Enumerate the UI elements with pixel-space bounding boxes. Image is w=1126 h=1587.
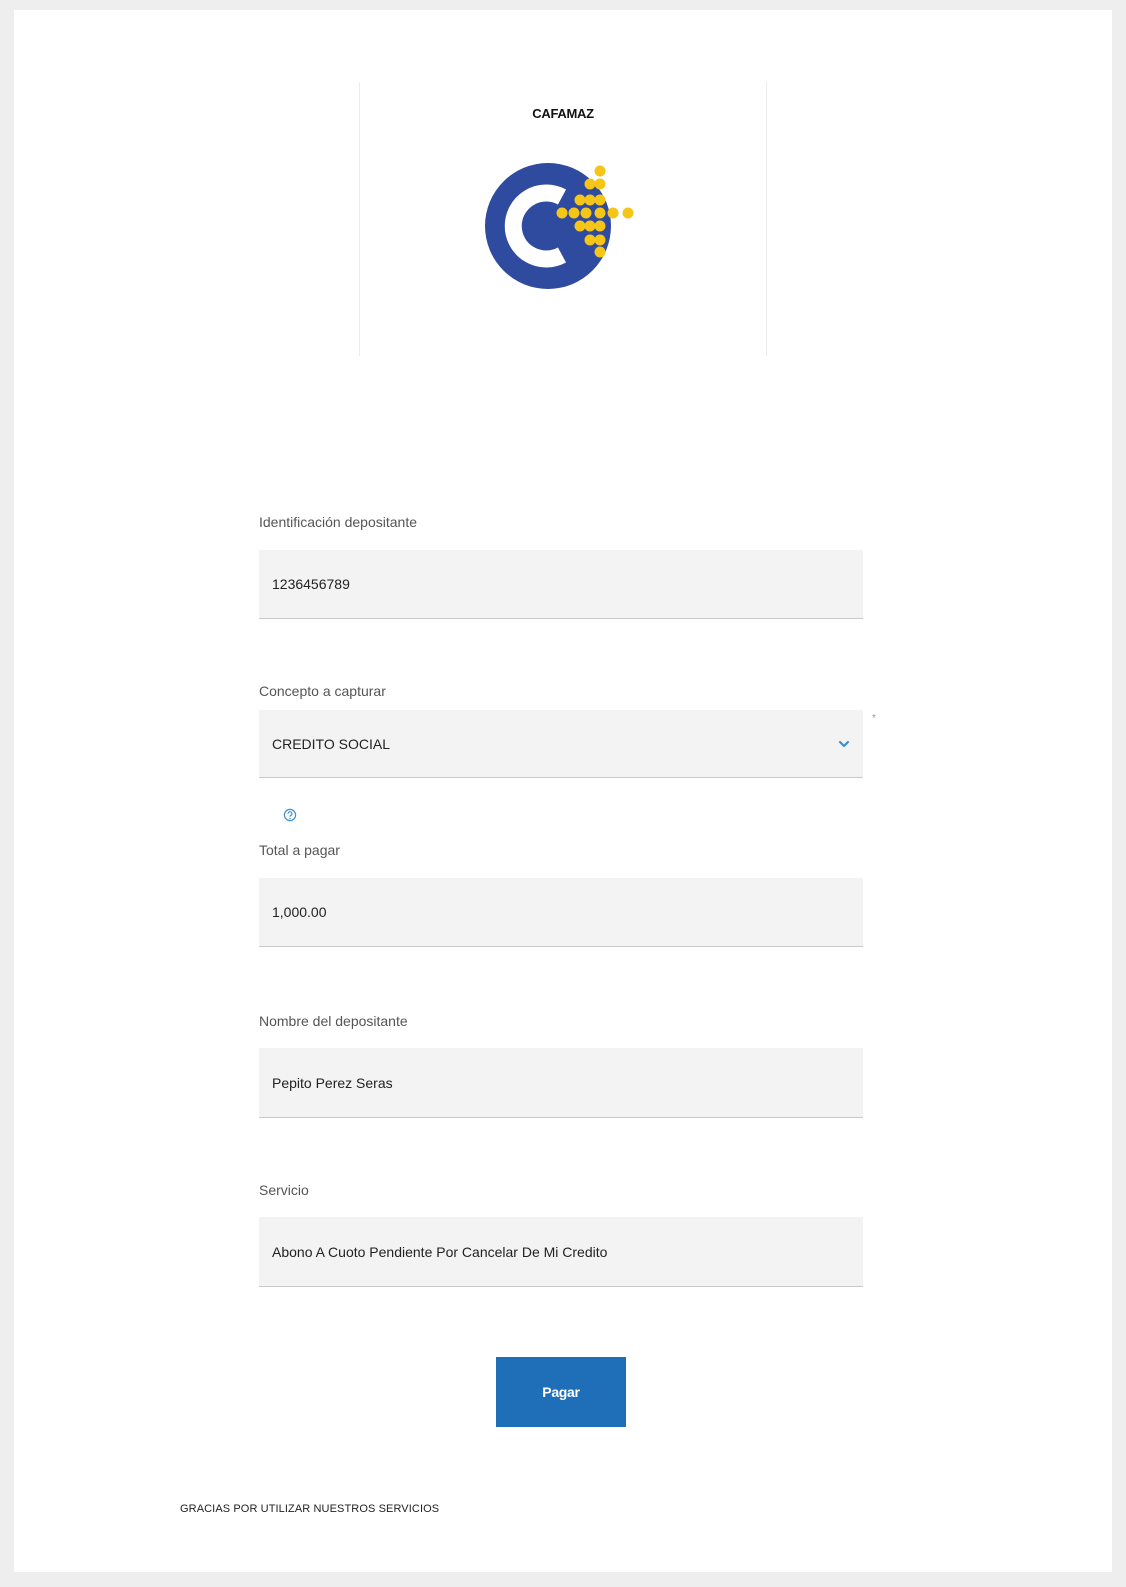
servicio-label: Servicio (259, 1182, 309, 1198)
nombre-label: Nombre del depositante (259, 1013, 408, 1029)
chevron-down-icon (838, 740, 850, 747)
pay-button[interactable]: Pagar (496, 1357, 626, 1427)
help-circle-icon[interactable] (283, 808, 297, 822)
concepto-label: Concepto a capturar (259, 683, 386, 699)
total-label: Total a pagar (259, 842, 340, 858)
identificacion-label: Identificación depositante (259, 514, 417, 530)
servicio-input[interactable] (259, 1217, 863, 1287)
logo-panel: CAFAMAZ (359, 82, 767, 356)
payment-page: CAFAMAZ Identificación depositante 12364… (14, 10, 1112, 1572)
nombre-input[interactable] (259, 1048, 863, 1118)
total-input[interactable] (259, 878, 863, 947)
identificacion-input[interactable] (259, 550, 863, 619)
footer-message: GRACIAS POR UTILIZAR NUESTROS SERVICIOS (180, 1503, 440, 1515)
cafamaz-logo (485, 163, 634, 289)
concepto-selected-value: CREDITO SOCIAL (272, 735, 390, 752)
brand-name: CAFAMAZ (532, 106, 594, 121)
required-marker: * (872, 713, 876, 724)
concepto-select[interactable]: CREDITO SOCIAL (259, 710, 863, 778)
